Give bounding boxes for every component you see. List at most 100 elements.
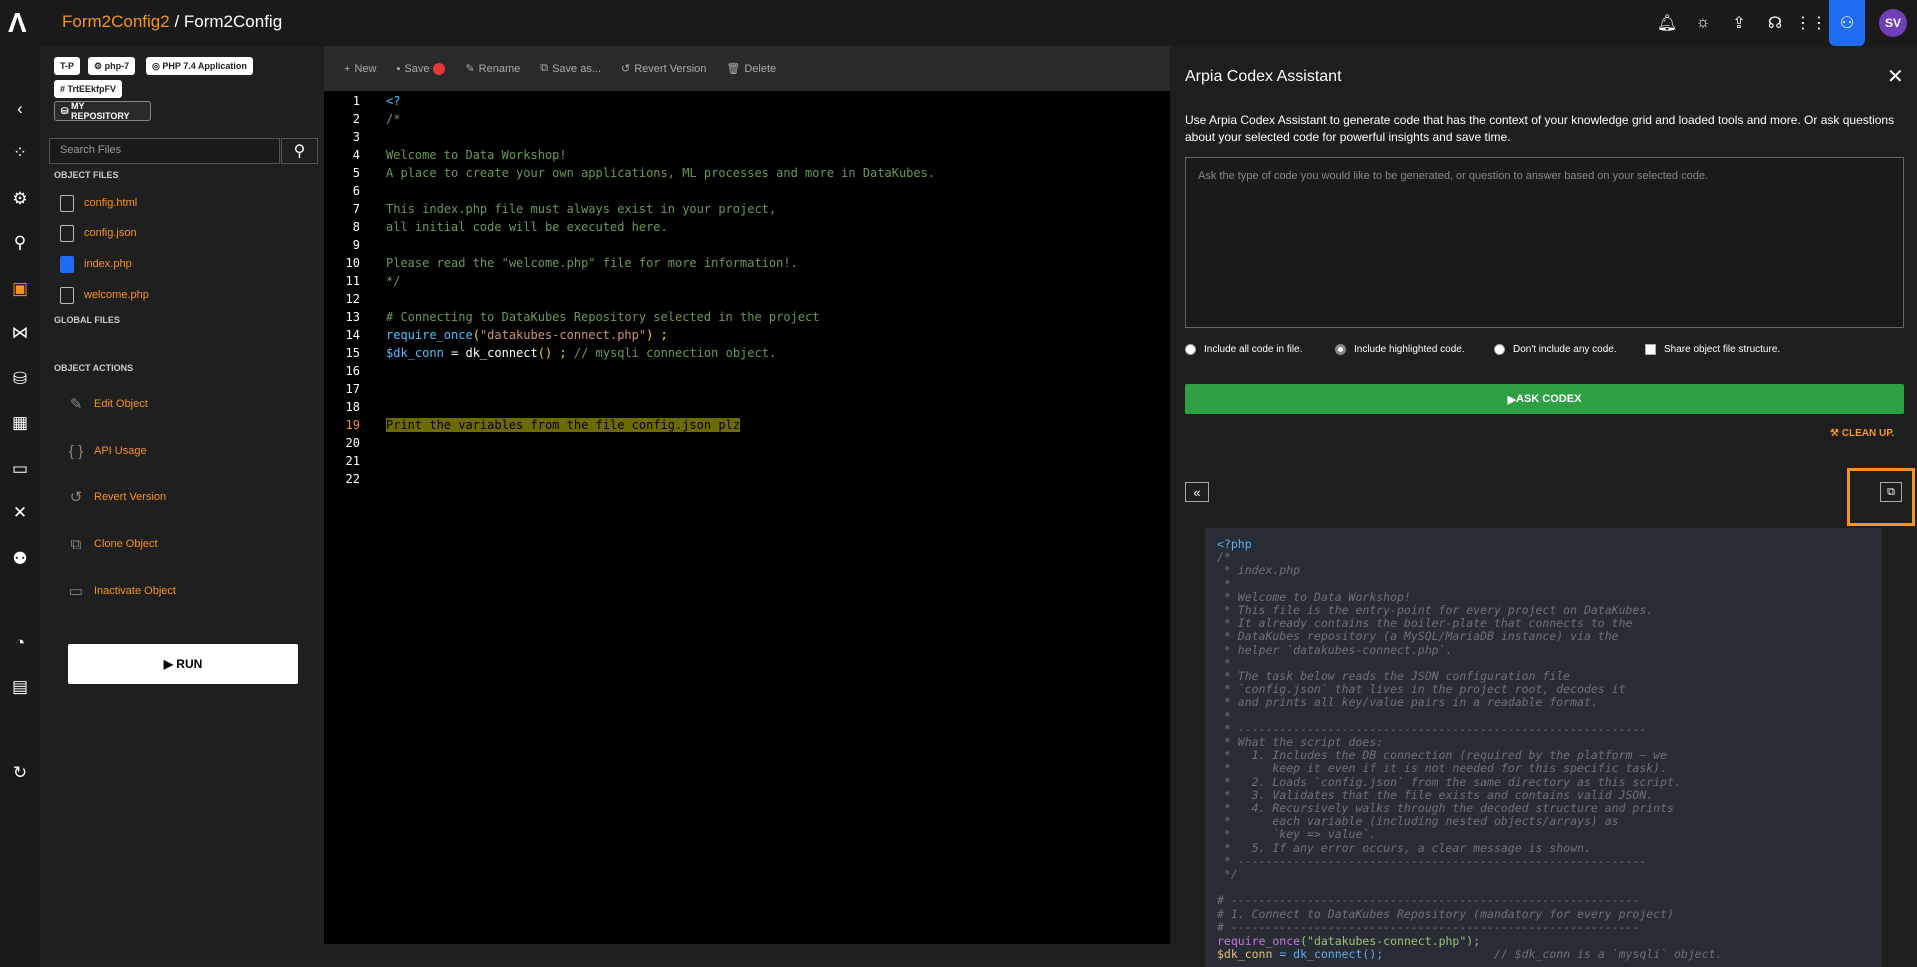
- response-line: * `key => value`.: [1217, 827, 1377, 842]
- refresh-icon[interactable]: ↻: [0, 758, 40, 788]
- line-number: 11: [345, 274, 360, 288]
- tag-app[interactable]: ◎ PHP 7.4 Application: [146, 57, 253, 75]
- database-icon[interactable]: ⛁: [0, 364, 40, 394]
- include-highlighted-option[interactable]: Include highlighted code.: [1335, 344, 1465, 355]
- trash-icon: 🗑︎: [726, 63, 741, 75]
- line-number: 18: [345, 400, 360, 414]
- code-line: Please read the "welcome.php" file for m…: [386, 256, 798, 270]
- line-number: 7: [352, 202, 360, 216]
- save-icon: ▪: [396, 62, 401, 75]
- apps-grid-icon[interactable]: ⋮⋮: [1793, 0, 1829, 46]
- radio-button[interactable]: [1185, 344, 1196, 355]
- prompt-textarea[interactable]: Ask the type of code you would like to b…: [1185, 157, 1904, 328]
- close-icon[interactable]: ✕: [1887, 64, 1904, 89]
- response-line: *: [1217, 576, 1231, 591]
- nodes-icon[interactable]: ⋈: [0, 318, 40, 348]
- user-network-icon[interactable]: ⚲: [0, 228, 40, 258]
- response-line: *: [1217, 708, 1231, 723]
- top-bar: [0, 0, 1917, 46]
- breadcrumb-project[interactable]: Form2Config2: [62, 12, 170, 31]
- share-structure-option[interactable]: Share object file structure.: [1645, 344, 1780, 355]
- ask-codex-button[interactable]: ▶ ASK CODEX: [1185, 384, 1904, 414]
- code-line: # Connecting to DataKubes Repository sel…: [386, 310, 820, 324]
- file-item[interactable]: config.json: [60, 222, 137, 244]
- highlight-box: [1847, 468, 1915, 526]
- avatar[interactable]: SV: [1879, 9, 1907, 37]
- history-icon: ↺: [621, 63, 631, 75]
- response-line: * helper `datakubes-connect.php`.: [1217, 642, 1453, 657]
- response-line: * index.php: [1217, 563, 1301, 578]
- radio-button-selected[interactable]: [1335, 344, 1346, 355]
- line-number: 5: [352, 166, 360, 180]
- save-button[interactable]: ▪ Save: [396, 62, 446, 75]
- save-as-button[interactable]: ⧉ Save as...: [540, 62, 601, 75]
- rename-button[interactable]: ✎ Rename: [465, 62, 520, 76]
- terminal-icon[interactable]: ▭: [0, 454, 40, 484]
- tag-tp[interactable]: T-P: [54, 57, 81, 75]
- radio-button[interactable]: [1494, 344, 1505, 355]
- include-none-option[interactable]: Don't include any code.: [1494, 344, 1617, 355]
- line-number: 3: [352, 130, 360, 144]
- file-item[interactable]: config.html: [60, 192, 137, 214]
- code-line: Welcome to Data Workshop!: [386, 148, 567, 162]
- file-icon: [60, 286, 74, 304]
- bell-icon[interactable]: 🔔︎: [1649, 0, 1685, 46]
- breadcrumb-object: Form2Config: [183, 12, 283, 31]
- toolbox-icon[interactable]: ▣: [0, 274, 40, 304]
- dashboard-icon[interactable]: ⁘: [0, 138, 40, 168]
- file-item[interactable]: welcome.php: [60, 284, 149, 306]
- code-line: This index.php file must always exist in…: [386, 202, 777, 216]
- api-usage-action[interactable]: { } API Usage: [64, 439, 147, 463]
- tools-icon[interactable]: ✕: [0, 498, 40, 528]
- inactivate-object-action[interactable]: ▭ Inactivate Object: [64, 579, 176, 603]
- line-number: 16: [345, 364, 360, 378]
- ai-chip-icon[interactable]: ⚙: [0, 184, 40, 214]
- tag-php[interactable]: ⚙ php-7: [88, 57, 136, 75]
- plus-icon: +: [344, 62, 351, 75]
- share-icon[interactable]: ⇪: [1721, 0, 1757, 46]
- back-chevron-icon[interactable]: ‹: [0, 94, 40, 124]
- pencil-icon: ✎: [465, 63, 475, 75]
- file-icon: [60, 255, 74, 273]
- document-icon[interactable]: ▤: [0, 672, 40, 702]
- file-item-selected[interactable]: index.php: [60, 253, 132, 275]
- editor-toolbar: + New ▪ Save ✎ Rename ⧉ Save as... ↺ Revert V…: [324, 46, 1170, 91]
- codex-response[interactable]: <?php/* * index.php * * Welcome to Data …: [1205, 528, 1882, 967]
- object-actions-label: OBJECT ACTIONS: [54, 363, 134, 373]
- collapse-icon[interactable]: «: [1185, 482, 1209, 502]
- search-icon[interactable]: ⚲: [281, 138, 318, 164]
- search-input[interactable]: Search Files: [49, 138, 280, 164]
- assistant-description: Use Arpia Codex Assistant to generate co…: [1185, 113, 1895, 144]
- clone-object-action[interactable]: ⧉ Clone Object: [64, 532, 158, 556]
- new-button[interactable]: + New: [344, 63, 376, 75]
- object-files-label: OBJECT FILES: [54, 170, 119, 180]
- run-button[interactable]: ▶ RUN: [68, 644, 298, 684]
- code-line: A place to create your own applications,…: [386, 166, 936, 180]
- include-all-option[interactable]: Include all code in file.: [1185, 344, 1302, 355]
- delete-button[interactable]: 🗑︎ Delete: [726, 62, 776, 76]
- tag-hash[interactable]: # TrtEEkfpFV: [54, 80, 123, 98]
- assistant-icon[interactable]: ⚇: [1829, 0, 1865, 46]
- code-line: $dk_conn = dk_connect() ; // mysqli conn…: [386, 346, 777, 360]
- clean-up-button[interactable]: ⚒ CLEAN UP.: [1830, 428, 1894, 439]
- revert-version-button[interactable]: ↺ Revert Version: [621, 62, 706, 76]
- revert-version-action[interactable]: ↺ Revert Version: [64, 485, 166, 509]
- line-number: 1: [352, 94, 360, 108]
- code-editor[interactable]: 1 2 3 4 5 6 7 8 9 10 11 12 13 14 15 16 17 18 19 20 21 22 <? /…: [324, 91, 1170, 944]
- file-icon: [60, 194, 74, 212]
- left-rail: ‹ ⁘ ⚙ ⚲ ▣ ⋈ ⛁ ▦ ▭ ✕ ⚉ ◔ ▤ ↻: [0, 46, 40, 967]
- broom-icon: ⚒: [1830, 428, 1842, 439]
- table-icon[interactable]: ▦: [0, 408, 40, 438]
- user-settings-icon[interactable]: ⚉: [0, 544, 40, 574]
- support-icon[interactable]: ☊: [1757, 0, 1793, 46]
- tag-repository[interactable]: ⛁ MY REPOSITORY: [54, 101, 151, 121]
- checkbox[interactable]: [1645, 344, 1656, 355]
- history-icon: ↺: [69, 489, 83, 506]
- dashboard-gauge-icon[interactable]: ◔: [0, 628, 40, 658]
- file-icon: [60, 224, 74, 242]
- edit-object-action[interactable]: ✎ Edit Object: [64, 392, 148, 416]
- app-logo[interactable]: Λ: [8, 8, 34, 38]
- global-files-label: GLOBAL FILES: [54, 315, 120, 325]
- code-line: all initial code will be executed here.: [386, 220, 668, 234]
- lightbulb-icon[interactable]: ☼: [1685, 0, 1721, 46]
